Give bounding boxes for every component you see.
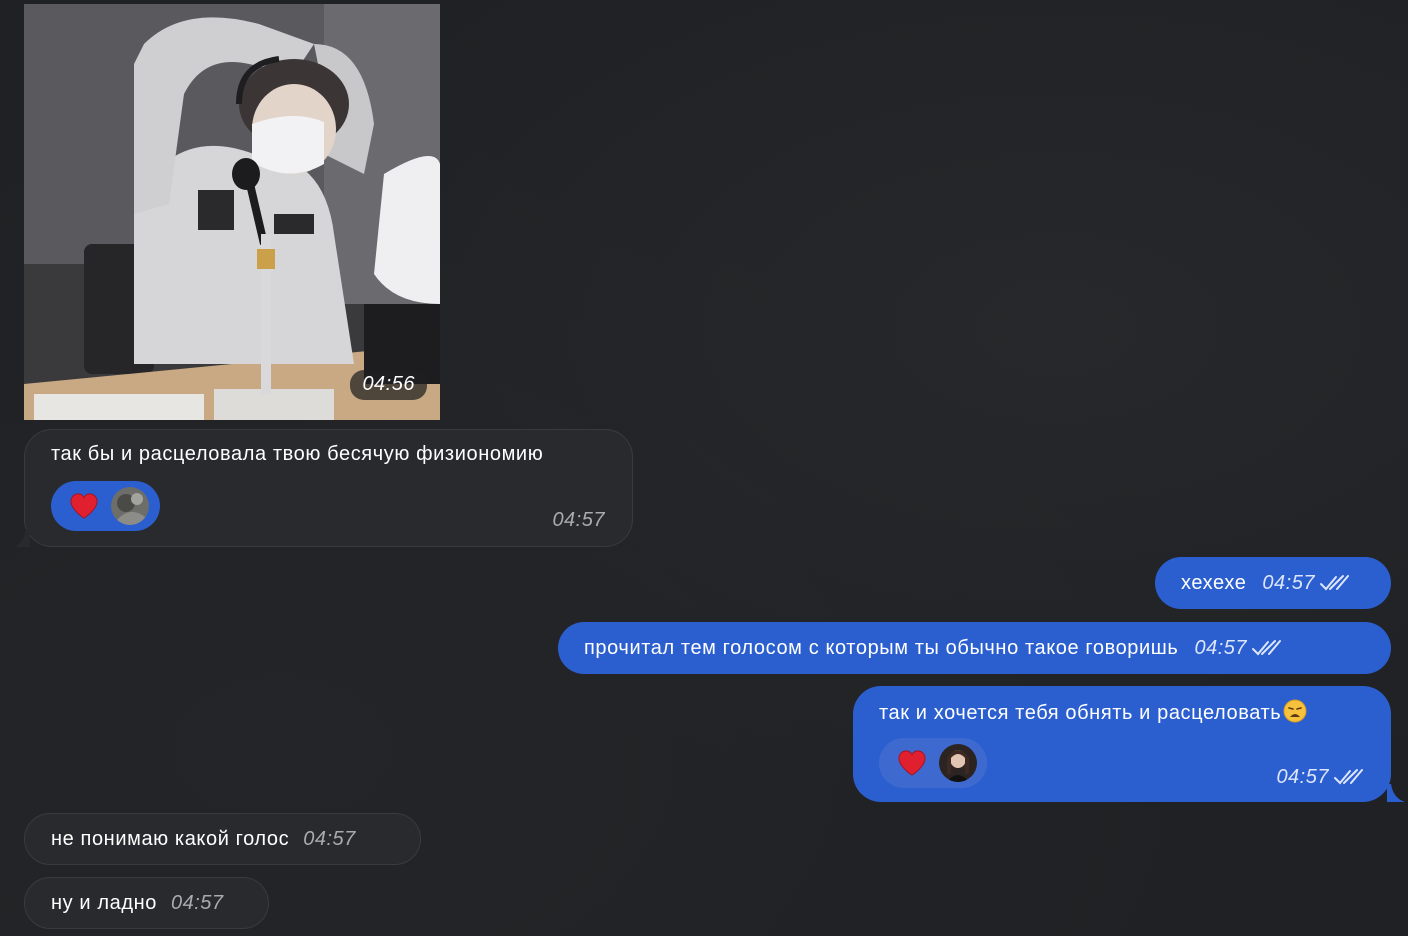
message-time: 04:56 (350, 370, 427, 400)
message-text: не понимаю какой голос (51, 827, 290, 850)
message-time: 04:57 (552, 509, 605, 531)
read-checkmarks-icon (1319, 575, 1349, 591)
photo-image (24, 4, 440, 420)
message-time: 04:57 (303, 827, 356, 850)
read-checkmarks-icon (1252, 640, 1282, 656)
message-time: 04:57 (1276, 766, 1363, 789)
reaction-chip[interactable] (51, 481, 160, 531)
heart-icon (70, 493, 98, 519)
message-bubble-incoming[interactable]: не понимаю какой голос 04:57 (24, 813, 421, 865)
message-text: хехехе (1181, 571, 1247, 594)
heart-icon (898, 750, 926, 776)
bubble-tail (1387, 784, 1405, 802)
message-text: так бы и расцеловала твою бесячую физион… (51, 443, 544, 465)
message-text: ну и ладно (51, 891, 157, 914)
chat-view: 04:56 так бы и расцеловала твою бесячую … (0, 0, 1408, 936)
message-bubble-incoming[interactable]: так бы и расцеловала твою бесячую физион… (14, 429, 633, 547)
avatar (939, 744, 977, 782)
avatar (111, 487, 149, 525)
message-bubble-incoming[interactable]: ну и ладно 04:57 (24, 877, 269, 929)
message-time: 04:57 (1194, 636, 1248, 659)
message-bubble-outgoing[interactable]: так и хочется тебя обнять и расцеловать (853, 686, 1405, 802)
message-text: так и хочется тебя обнять и расцеловать (879, 699, 1307, 725)
message-text: прочитал тем голосом с которым ты обычно… (584, 636, 1179, 659)
bubble-tail (14, 529, 30, 547)
photo-message[interactable]: 04:56 (24, 4, 440, 420)
message-time: 04:57 (1262, 571, 1315, 594)
weary-face-emoji-icon (1283, 699, 1307, 723)
message-bubble-outgoing[interactable]: прочитал тем голосом с которым ты обычно… (558, 622, 1391, 674)
read-checkmarks-icon (1334, 769, 1363, 785)
reaction-chip[interactable] (879, 738, 987, 788)
message-time-text: 04:57 (1276, 766, 1329, 788)
message-time: 04:57 (170, 891, 224, 914)
message-bubble-outgoing[interactable]: хехехе 04:57 (1155, 557, 1391, 609)
message-text-content: так и хочется тебя обнять и расцеловать (879, 702, 1282, 724)
